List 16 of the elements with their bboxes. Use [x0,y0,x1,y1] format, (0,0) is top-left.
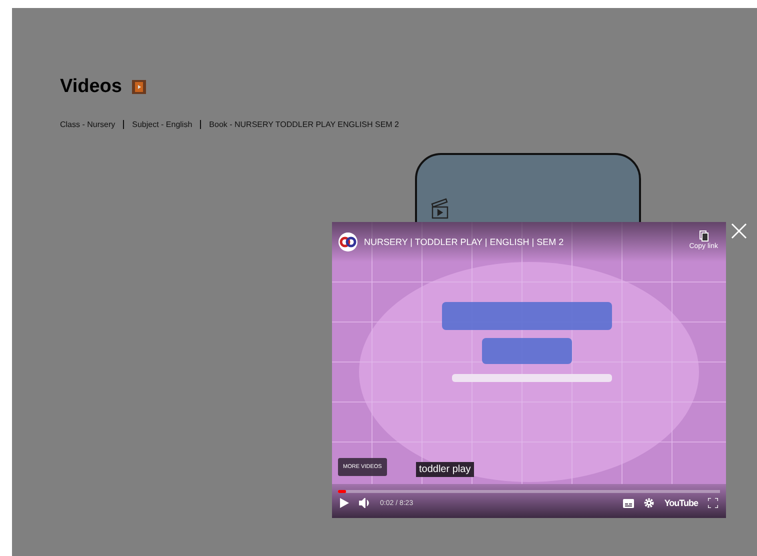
clapperboard-icon [431,197,449,219]
caption-text: toddler play [416,462,474,477]
play-icon[interactable] [340,498,349,508]
subtitles-icon[interactable] [623,498,634,508]
page-title: Videos [60,76,122,98]
youtube-logo[interactable]: YouTube [664,498,698,508]
copy-icon [698,230,709,242]
channel-logo-icon [338,232,358,252]
breadcrumb-item: Subject - English [132,120,192,129]
video-title[interactable]: NURSERY | TODDLER PLAY | ENGLISH | SEM 2 [364,237,564,247]
breadcrumb-item: Book - NURSERY TODDLER PLAY ENGLISH SEM 2 [209,120,400,129]
volume-icon[interactable] [359,498,370,508]
fullscreen-icon[interactable] [708,498,718,508]
close-icon[interactable] [730,222,748,240]
film-icon [132,80,146,94]
breadcrumb-item: Class - Nursery [60,120,116,129]
